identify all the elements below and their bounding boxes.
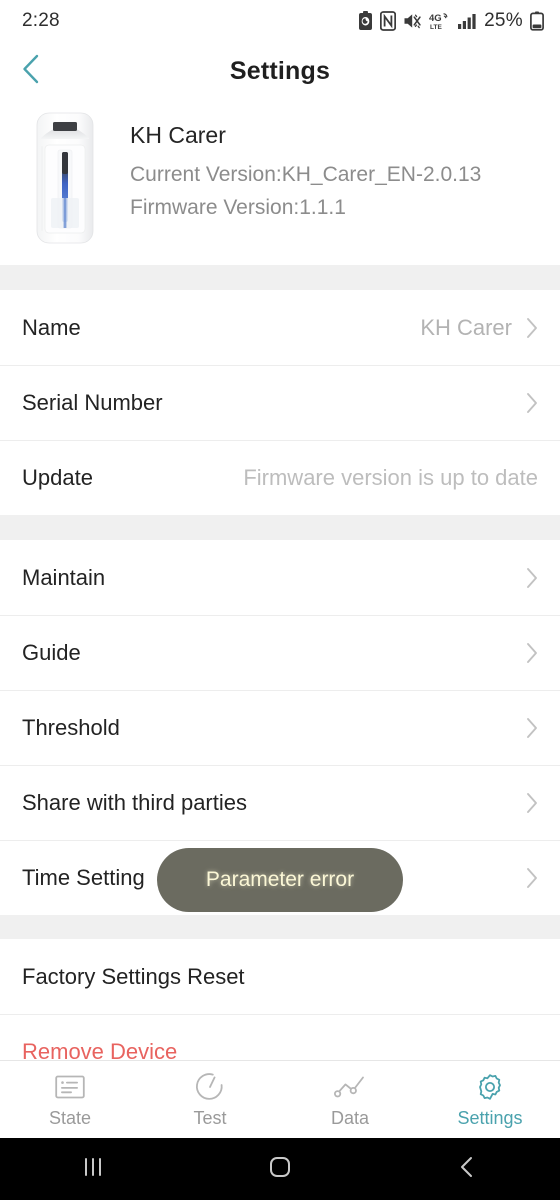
row-factory-settings-reset[interactable]: Factory Settings Reset [0, 939, 560, 1014]
row-value: Firmware version is up to date [243, 464, 538, 490]
status-time: 2:28 [22, 10, 60, 31]
row-label: Maintain [22, 564, 106, 590]
chevron-right-icon [526, 717, 538, 739]
page-title: Settings [229, 56, 331, 85]
row-label: Factory Settings Reset [22, 963, 245, 989]
svg-text:LTE: LTE [430, 24, 442, 31]
chevron-right-icon [526, 792, 538, 814]
row-label: Threshold [22, 714, 120, 740]
device-firmware-version: Firmware Version:1.1.1 [130, 195, 346, 219]
chevron-right-icon [526, 392, 538, 414]
recents-icon [80, 1155, 106, 1184]
kh-carer-device-image [0, 108, 130, 244]
device-info: KH Carer Current Version:KH_Carer_EN-2.0… [130, 108, 481, 224]
section-gap [0, 265, 560, 290]
row-label: Serial Number [22, 389, 163, 415]
back-icon [455, 1154, 479, 1185]
battery-icon [530, 11, 544, 31]
chevron-right-icon [526, 567, 538, 589]
battery-saver-icon [358, 11, 373, 31]
row-guide[interactable]: Guide [0, 615, 560, 690]
home-button[interactable] [187, 1154, 374, 1185]
row-name[interactable]: Name KH Carer [0, 290, 560, 365]
row-serial-number[interactable]: Serial Number [0, 365, 560, 440]
tab-label: Data [330, 1107, 370, 1128]
line-chart-icon [334, 1071, 366, 1103]
status-bar: 2:28 4G LTE 25% [0, 0, 560, 42]
recents-button[interactable] [0, 1155, 187, 1184]
device-header: KH Carer Current Version:KH_Carer_EN-2.0… [0, 100, 560, 265]
row-update[interactable]: Update Firmware version is up to date [0, 440, 560, 515]
settings-section-device-info: Name KH Carer Serial Number Update Firmw… [0, 290, 560, 515]
tab-label: Settings [457, 1107, 523, 1128]
row-label: Share with third parties [22, 789, 247, 815]
gear-icon [475, 1071, 505, 1103]
tab-settings[interactable]: Settings [420, 1061, 560, 1138]
nfc-icon [380, 11, 397, 31]
phone-screen: 2:28 4G LTE 25% Settings KH Carer Curren… [0, 0, 560, 1200]
card-list-icon [55, 1071, 85, 1103]
chevron-right-icon [526, 642, 538, 664]
svg-text:4G: 4G [429, 13, 442, 24]
bottom-tab-bar: State Test Data Settings [0, 1060, 560, 1138]
row-label: Name [22, 314, 81, 340]
tab-label: Test [193, 1107, 227, 1128]
section-gap [0, 915, 560, 939]
row-label: Update [22, 464, 93, 490]
4g-lte-icon: 4G LTE [429, 11, 450, 31]
device-name: KH Carer [130, 122, 226, 148]
row-threshold[interactable]: Threshold [0, 690, 560, 765]
status-icons: 4G LTE 25% [358, 10, 544, 32]
app-bar: Settings [0, 42, 560, 100]
home-icon [267, 1154, 293, 1185]
row-maintain[interactable]: Maintain [0, 540, 560, 615]
back-button-nav[interactable] [373, 1154, 560, 1185]
timer-icon [195, 1071, 225, 1103]
row-label: Time Setting [22, 864, 145, 890]
tab-test[interactable]: Test [140, 1061, 280, 1138]
signal-bars-icon [457, 11, 477, 31]
row-value: KH Carer [420, 314, 512, 340]
tab-data[interactable]: Data [280, 1061, 420, 1138]
device-current-version: Current Version:KH_Carer_EN-2.0.13 [130, 163, 482, 186]
chevron-right-icon [526, 317, 538, 339]
row-label: Guide [22, 639, 81, 665]
row-share-with-third-parties[interactable]: Share with third parties [0, 765, 560, 840]
tab-state[interactable]: State [0, 1061, 140, 1138]
section-gap [0, 515, 560, 540]
mute-icon [403, 11, 422, 31]
battery-percent-label: 25% [484, 10, 523, 31]
toast-text: Parameter error [205, 868, 355, 891]
toast-message: Parameter error [157, 848, 403, 912]
android-nav-bar [0, 1138, 560, 1200]
tab-label: State [48, 1107, 92, 1128]
chevron-right-icon [526, 867, 538, 889]
